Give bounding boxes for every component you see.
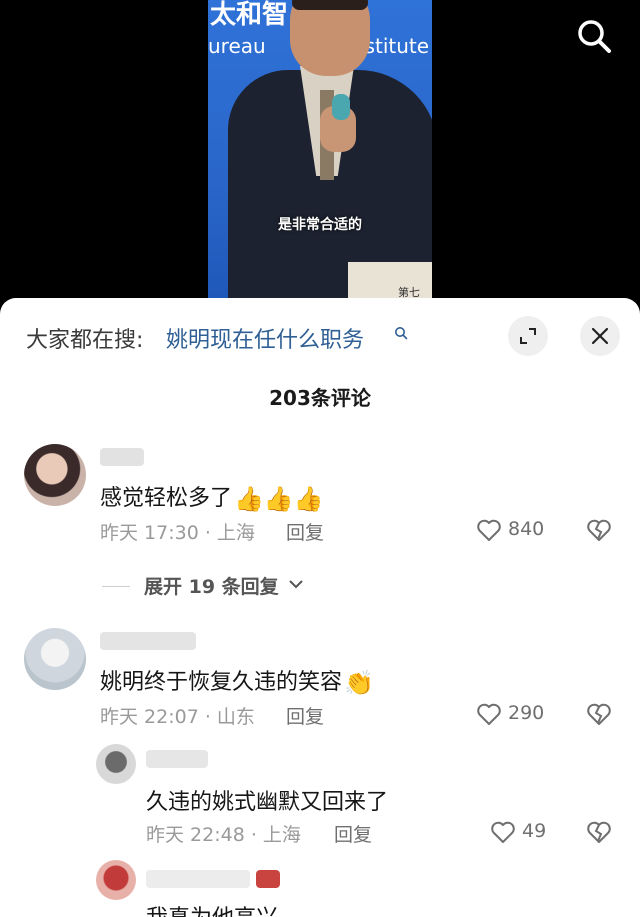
avatar[interactable] xyxy=(96,744,136,784)
video-frame: 太和智 ureau Institute 上 C 第七 是非常合适的 xyxy=(208,0,432,300)
close-icon xyxy=(591,327,609,345)
microphone xyxy=(332,94,350,120)
broken-heart-icon[interactable] xyxy=(586,820,612,844)
search-icon xyxy=(578,20,611,53)
username-blurred[interactable] xyxy=(100,448,144,466)
expand-button[interactable] xyxy=(508,316,548,356)
comment-text: 久违的姚式幽默又回来了 xyxy=(146,790,389,815)
reply-item: 久违的姚式幽默又回来了 昨天 22:48 · 上海 回复 49 xyxy=(0,744,640,852)
expand-replies-label: 展开 19 条回复 xyxy=(144,576,279,598)
avatar[interactable] xyxy=(24,628,86,690)
comment-text: 我真为他高兴 xyxy=(146,900,278,917)
video-player[interactable]: 太和智 ureau Institute 上 C 第七 是非常合适的 xyxy=(0,0,640,300)
heart-icon[interactable] xyxy=(476,518,502,542)
broken-heart-icon[interactable] xyxy=(586,702,612,726)
expand-icon xyxy=(520,328,536,344)
username-blurred[interactable] xyxy=(100,632,196,650)
banner-text: ureau xyxy=(208,34,266,58)
like-count: 840 xyxy=(508,518,545,540)
sheet-header: 大家都在搜: 姚明现在任什么职务 xyxy=(0,298,640,376)
heart-icon[interactable] xyxy=(476,702,502,726)
comment-text: 感觉轻松多了👍👍👍 xyxy=(100,480,324,513)
reply-button[interactable]: 回复 xyxy=(286,702,324,729)
video-subtitle: 是非常合适的 xyxy=(278,217,362,233)
divider xyxy=(102,586,130,587)
heart-icon[interactable] xyxy=(490,820,516,844)
like-count: 290 xyxy=(508,702,545,724)
comment-time-location: 昨天 22:07 · 山东 xyxy=(100,706,255,728)
avatar[interactable] xyxy=(96,860,136,900)
username-blurred[interactable] xyxy=(146,870,250,888)
speaker-hair xyxy=(292,0,368,10)
comment-item: 姚明终于恢复久违的笑容👏 昨天 22:07 · 山东 回复 290 xyxy=(0,628,640,738)
avatar[interactable] xyxy=(24,444,86,506)
comment-text: 姚明终于恢复久违的笑容👏 xyxy=(100,664,374,697)
comment-sheet: 大家都在搜: 姚明现在任什么职务 203条评论 感觉轻松多了👍👍👍 昨天 17:… xyxy=(0,298,640,917)
close-button[interactable] xyxy=(580,316,620,356)
comment-count: 203条评论 xyxy=(269,386,371,410)
comment-time-location: 昨天 17:30 · 上海 xyxy=(100,522,255,544)
chevron-down-icon xyxy=(289,580,303,589)
comment-body: 感觉轻松多了 xyxy=(100,486,233,511)
username-blurred[interactable] xyxy=(146,750,208,768)
search-suggestion-prefix: 大家都在搜: xyxy=(26,328,144,353)
comment-item: 感觉轻松多了👍👍👍 昨天 17:30 · 上海 回复 840 xyxy=(0,444,640,564)
reply-item: 我真为他高兴 xyxy=(0,860,640,917)
clapping-hands-emoji: 👏 xyxy=(344,669,374,697)
search-button[interactable] xyxy=(574,16,614,56)
like-count: 49 xyxy=(522,820,547,842)
user-badge xyxy=(256,870,280,888)
banner-text: 太和智 xyxy=(210,0,289,30)
comment-time-location: 昨天 22:48 · 上海 xyxy=(146,824,301,846)
thumbs-up-emoji: 👍👍👍 xyxy=(234,485,324,513)
speaker-head xyxy=(290,0,370,76)
broken-heart-icon[interactable] xyxy=(586,518,612,542)
search-suggestion-link[interactable]: 姚明现在任什么职务 xyxy=(166,322,364,354)
comment-body: 姚明终于恢复久违的笑容 xyxy=(100,670,343,695)
reply-button[interactable]: 回复 xyxy=(286,518,324,545)
search-icon xyxy=(395,327,408,340)
reply-button[interactable]: 回复 xyxy=(334,820,372,847)
